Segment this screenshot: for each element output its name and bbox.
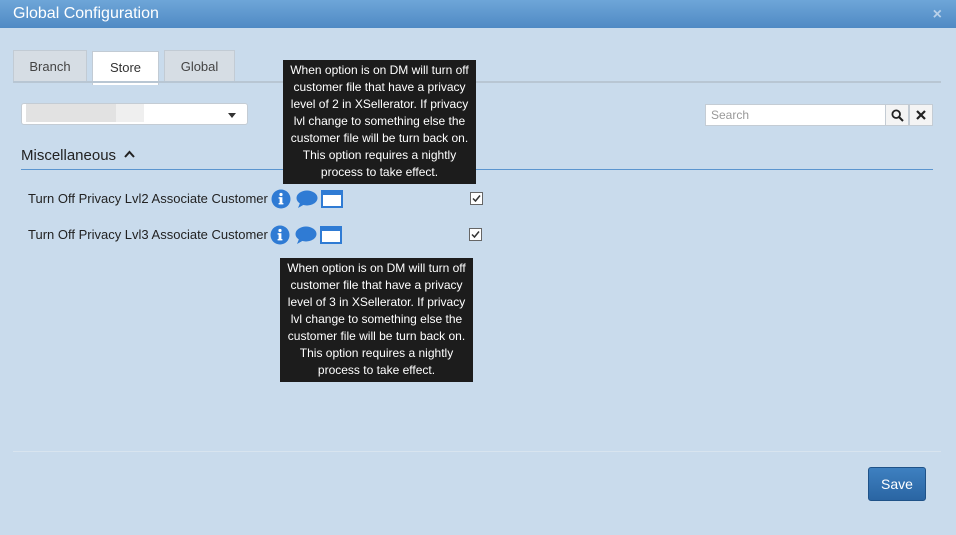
redacted-value	[26, 104, 116, 122]
tab-global[interactable]: Global	[164, 50, 235, 82]
window-icon[interactable]	[321, 190, 343, 208]
clear-search-button[interactable]	[909, 104, 933, 126]
comment-icon[interactable]	[295, 226, 317, 244]
chevron-down-icon	[228, 113, 236, 118]
footer-divider	[13, 451, 941, 452]
chevron-up-icon	[124, 150, 135, 158]
window-title: Global Configuration	[13, 5, 159, 22]
comment-icon[interactable]	[296, 190, 318, 208]
setting-label: Turn Off Privacy Lvl2 Associate Customer	[28, 191, 268, 206]
tooltip-privacy-lvl3: When option is on DM will turn off custo…	[280, 258, 473, 382]
tab-branch[interactable]: Branch	[13, 50, 87, 82]
title-bar: Global Configuration ×	[0, 0, 956, 28]
tooltip-privacy-lvl2: When option is on DM will turn off custo…	[283, 60, 476, 184]
search-input[interactable]	[705, 104, 886, 126]
setting-checkbox[interactable]	[469, 228, 482, 241]
search-icon	[891, 109, 904, 122]
section-header-miscellaneous[interactable]: Miscellaneous	[21, 147, 135, 164]
section-title: Miscellaneous	[21, 147, 117, 164]
tab-store[interactable]: Store	[92, 51, 159, 85]
setting-label: Turn Off Privacy Lvl3 Associate Customer	[28, 227, 268, 242]
search-button[interactable]	[885, 104, 909, 126]
checkmark-icon	[472, 195, 481, 203]
tab-divider	[13, 81, 941, 83]
window-icon[interactable]	[320, 226, 342, 244]
section-divider	[21, 169, 933, 170]
info-icon[interactable]	[271, 189, 291, 209]
checkmark-icon	[471, 231, 480, 239]
redacted-value-edge	[116, 104, 144, 122]
store-select[interactable]	[21, 103, 248, 125]
setting-checkbox[interactable]	[470, 192, 483, 205]
save-button[interactable]: Save	[868, 467, 926, 501]
clear-icon	[916, 110, 926, 120]
close-icon[interactable]: ×	[933, 6, 942, 24]
info-icon[interactable]	[270, 225, 290, 245]
